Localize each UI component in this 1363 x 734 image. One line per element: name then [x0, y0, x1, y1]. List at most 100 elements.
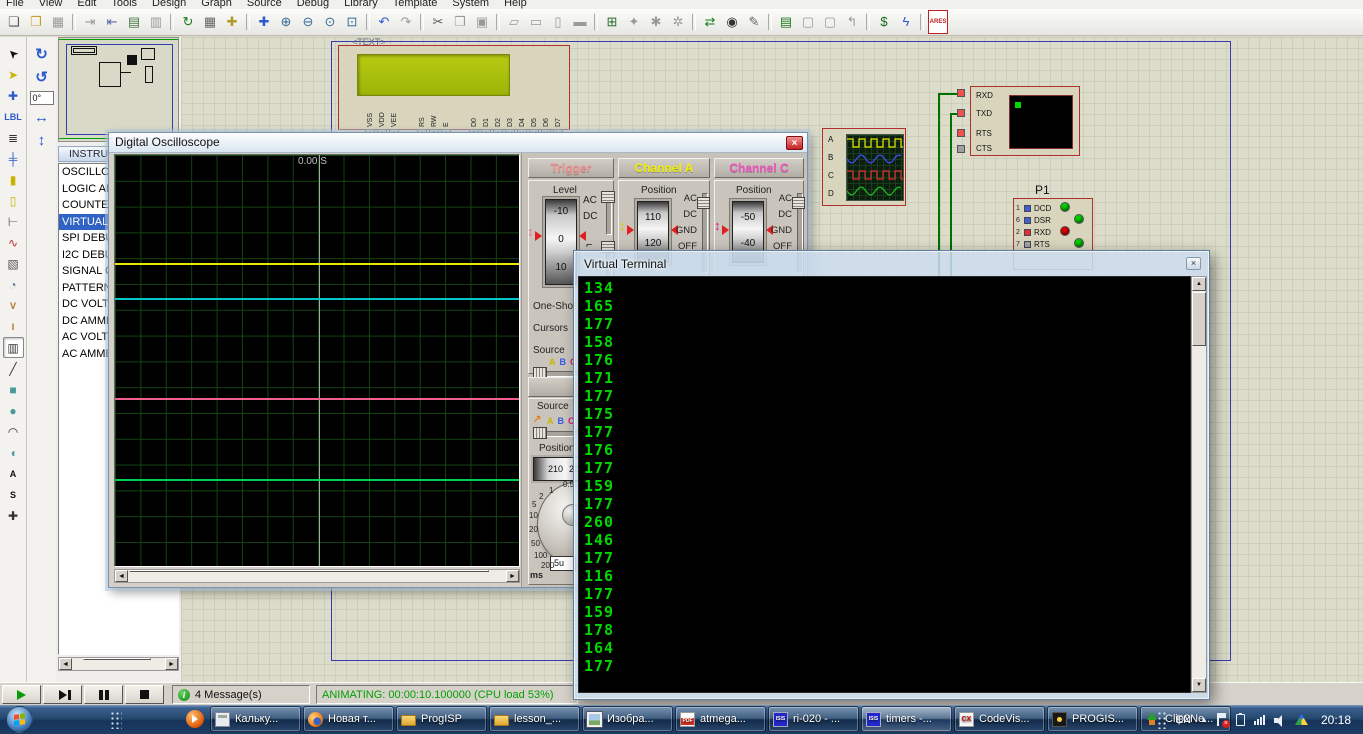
toolbar-icon[interactable]: $	[874, 12, 894, 32]
toolbar-icon[interactable]: ❏	[4, 12, 24, 32]
menu-item[interactable]: File	[6, 0, 24, 9]
language-indicator[interactable]: EN	[1176, 714, 1191, 726]
trigger-adjust-arrows-icon[interactable]: ↕	[527, 225, 534, 238]
source-option[interactable]: A	[549, 357, 556, 367]
mode-icon[interactable]: I	[3, 316, 24, 337]
mode-icon[interactable]: V	[3, 295, 24, 316]
toolbar-icon[interactable]: ⊕	[276, 12, 296, 32]
toolbar-icon[interactable]: ◉	[722, 12, 742, 32]
taskbar-button[interactable]: ri-020 - ...	[768, 706, 859, 732]
mode-icon[interactable]: LBL	[3, 106, 24, 127]
network-icon[interactable]	[1254, 714, 1265, 725]
scroll-left-icon[interactable]: ◄	[59, 658, 72, 670]
toolbar-icon[interactable]: ▱	[504, 12, 524, 32]
terminal-screen[interactable]: 1341651771581761711771751771761771591772…	[578, 276, 1191, 693]
source-option[interactable]: A	[547, 416, 554, 426]
toolbar-icon[interactable]: ⊡	[342, 12, 362, 32]
toolbar-icon[interactable]: ▤	[124, 12, 144, 32]
channel-a-adjust-arrows-icon[interactable]: ↕	[619, 219, 626, 232]
scroll-down-icon[interactable]: ▼	[1192, 678, 1206, 692]
scroll-up-icon[interactable]: ▲	[1192, 277, 1206, 291]
mode-icon[interactable]: ▯	[3, 190, 24, 211]
wire[interactable]	[938, 93, 959, 95]
scrollbar-thumb[interactable]	[1192, 292, 1206, 346]
mode-icon[interactable]: ≣	[3, 127, 24, 148]
media-player-icon[interactable]	[186, 710, 204, 728]
flip-vertical-icon[interactable]: ↕	[31, 131, 53, 151]
mode-icon[interactable]: ✚	[3, 505, 24, 526]
toolbar-icon[interactable]: ↶	[374, 12, 394, 32]
message-panel[interactable]: i 4 Message(s)	[172, 685, 310, 704]
toolbar-icon[interactable]: ✎	[744, 12, 764, 32]
menu-item[interactable]: System	[452, 0, 489, 9]
action-center-icon[interactable]	[1217, 713, 1227, 726]
mode-icon[interactable]: ▥	[3, 337, 24, 358]
mode-icon[interactable]: ∿	[3, 232, 24, 253]
channel-c-adjust-arrows-icon[interactable]: ↕	[714, 219, 721, 232]
toolbar-icon[interactable]: ✚	[222, 12, 242, 32]
taskbar-button[interactable]: Новая т...	[303, 706, 394, 732]
taskbar-button[interactable]: timers -...	[861, 706, 952, 732]
toolbar-icon[interactable]: ❒	[450, 12, 470, 32]
toolbar-icon[interactable]: ▥	[146, 12, 166, 32]
toolbar-icon[interactable]: ▦	[48, 12, 68, 32]
tray-expand-icon[interactable]: ▲	[1200, 715, 1208, 724]
scrollbar-thumb[interactable]	[83, 658, 151, 660]
toolbar-icon[interactable]: ϟ	[896, 12, 916, 32]
play-button[interactable]	[2, 685, 41, 704]
toolbar-icon[interactable]: ARES	[928, 12, 948, 32]
toolbar-icon[interactable]: ↰	[842, 12, 862, 32]
taskbar-button[interactable]: CodeVis...	[954, 706, 1045, 732]
toolbar-icon[interactable]: ⊙	[320, 12, 340, 32]
virtual-terminal-component[interactable]: RXD TXD RTS CTS	[970, 86, 1080, 156]
start-button[interactable]	[6, 706, 33, 733]
toolbar-icon[interactable]: ✲	[668, 12, 688, 32]
virtual-terminal-titlebar[interactable]: Virtual Terminal	[576, 253, 1207, 275]
scroll-right-icon[interactable]: ►	[506, 570, 519, 582]
clock[interactable]: 20:18	[1321, 713, 1351, 727]
mode-icon[interactable]: ╪	[3, 148, 24, 169]
close-icon[interactable]: ×	[786, 136, 803, 150]
taskbar-button[interactable]: Изобра...	[582, 706, 673, 732]
mode-icon[interactable]: A	[3, 463, 24, 484]
menu-item[interactable]: Help	[504, 0, 527, 9]
mode-icon[interactable]: ▧	[3, 253, 24, 274]
mode-icon[interactable]: ➤	[3, 43, 24, 64]
toolbar-icon[interactable]: ⇤	[102, 12, 122, 32]
source-option[interactable]: B	[558, 416, 565, 426]
oscilloscope-component[interactable]: A B C D	[822, 128, 906, 206]
menu-item[interactable]: Graph	[201, 0, 232, 9]
toolbar-icon[interactable]: ▢	[798, 12, 818, 32]
menu-item[interactable]: Source	[247, 0, 282, 9]
toolbar-icon[interactable]: ▭	[526, 12, 546, 32]
scope-horizontal-scrollbar[interactable]: ◄ ►	[114, 569, 520, 583]
step-button[interactable]	[43, 685, 82, 704]
rotation-angle-field[interactable]: 0°	[30, 91, 54, 105]
mode-icon[interactable]: ▮	[3, 169, 24, 190]
toolbar-icon[interactable]: ▣	[472, 12, 492, 32]
menu-item[interactable]: Design	[152, 0, 186, 9]
toolbar-icon[interactable]: ✚	[254, 12, 274, 32]
source-option[interactable]: B	[560, 357, 567, 367]
menu-item[interactable]: Debug	[297, 0, 329, 9]
rotate-clockwise-icon[interactable]: ↻	[31, 45, 53, 65]
menu-item[interactable]: Template	[393, 0, 438, 9]
flip-horizontal-icon[interactable]: ↔	[31, 108, 53, 128]
pause-button[interactable]	[84, 685, 123, 704]
mode-icon[interactable]: ■	[3, 379, 24, 400]
toolbar-icon[interactable]: ↷	[396, 12, 416, 32]
toolbar-icon[interactable]: ▢	[820, 12, 840, 32]
scroll-left-icon[interactable]: ◄	[115, 570, 128, 582]
toolbar-icon[interactable]: ⇥	[80, 12, 100, 32]
rotate-anticlockwise-icon[interactable]: ↺	[31, 68, 53, 88]
stop-button[interactable]	[125, 685, 164, 704]
menu-item[interactable]: Edit	[77, 0, 96, 9]
mode-icon[interactable]: ◖	[3, 442, 24, 463]
toolbar-icon[interactable]: ✱	[646, 12, 666, 32]
panel-horizontal-scrollbar[interactable]: ◄ ►	[58, 657, 179, 671]
mode-icon[interactable]: ╱	[3, 358, 24, 379]
mode-icon[interactable]: ◔	[3, 274, 24, 295]
toolbar-icon[interactable]: ▬	[570, 12, 590, 32]
menu-item[interactable]: View	[39, 0, 63, 9]
trigger-coupling-slider[interactable]	[601, 189, 615, 237]
